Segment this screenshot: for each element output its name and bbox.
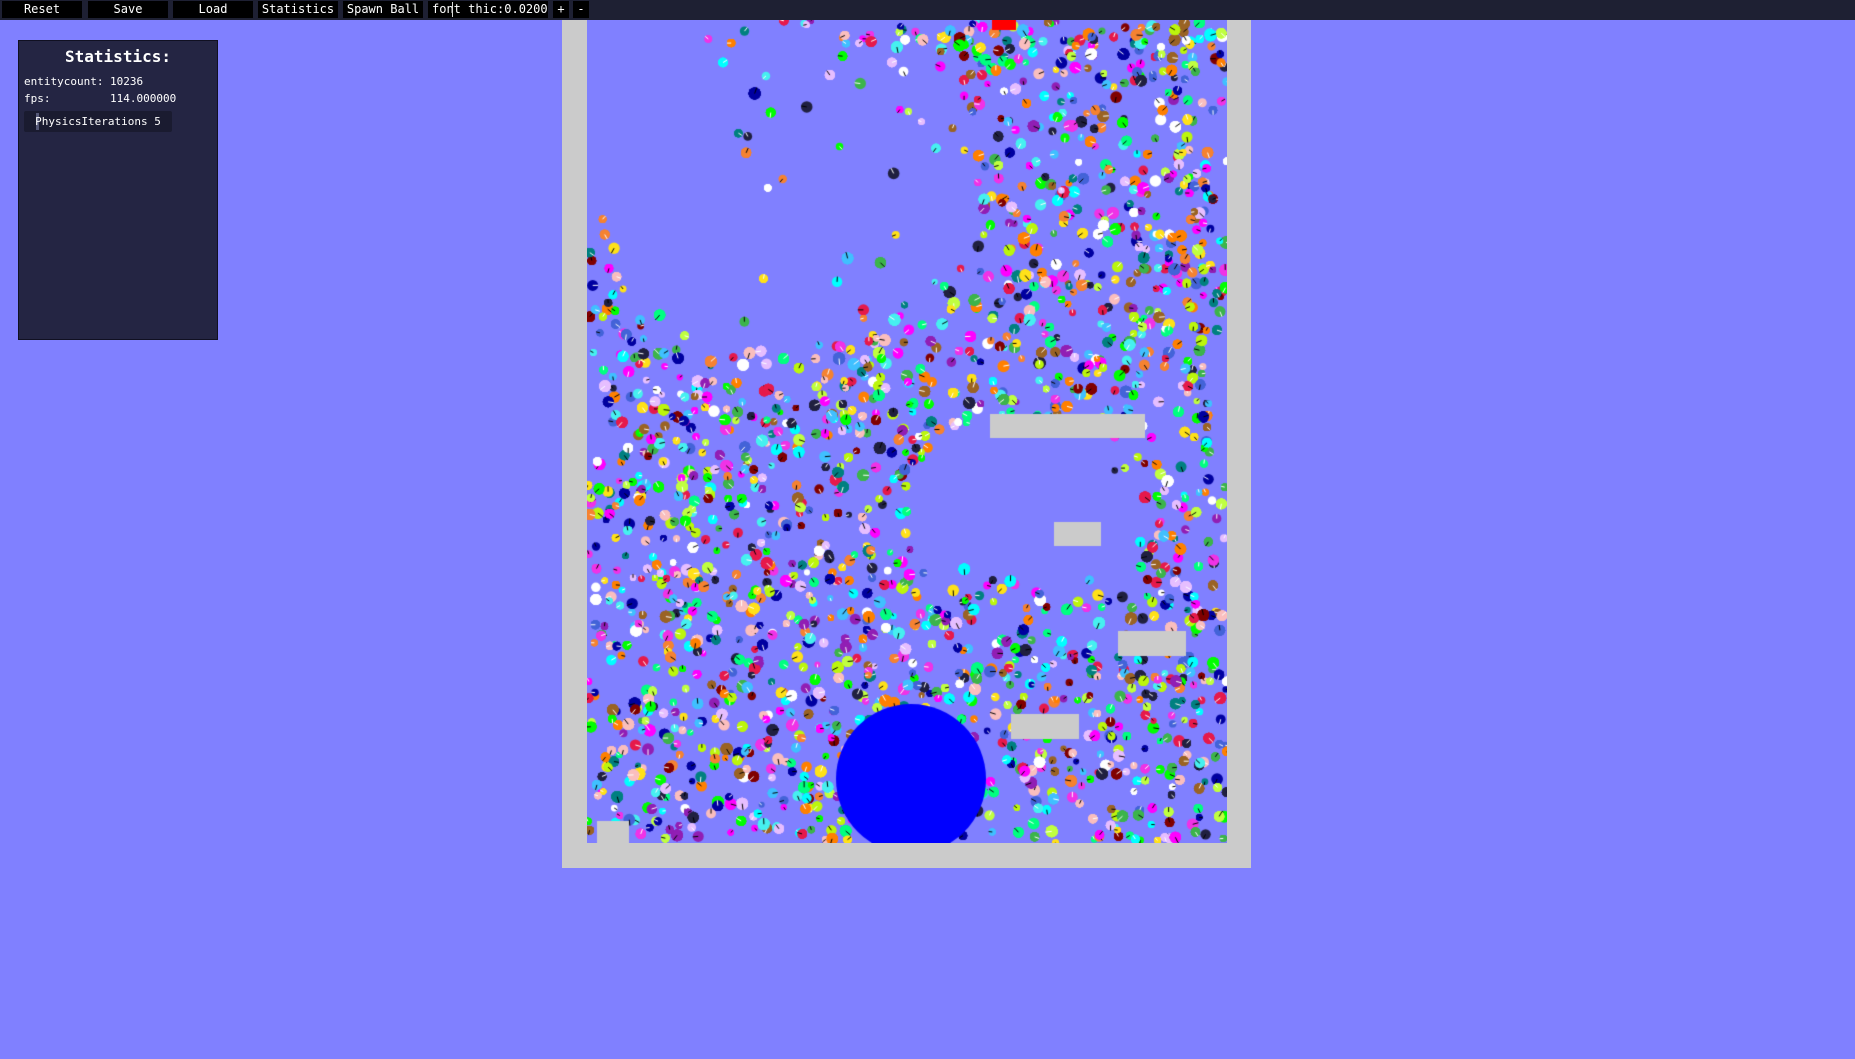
fps-value: 114.000000 [110, 92, 177, 105]
statistics-title: Statistics: [65, 47, 171, 66]
load-button[interactable]: Load [173, 1, 253, 18]
statistics-button[interactable]: Statistics [258, 1, 338, 18]
save-button[interactable]: Save [88, 1, 168, 18]
fps-row: fps: 114.000000 [24, 92, 176, 105]
entitycount-value: 10236 [110, 75, 144, 88]
spawn-ball-button[interactable]: Spawn Ball [343, 1, 423, 18]
physics-iterations-label: PhysicsIterations 5 [35, 115, 161, 128]
text-cursor [452, 2, 453, 17]
statistics-panel: Statistics: entitycount: 10236 fps: 114.… [18, 40, 218, 340]
top-toolbar: Reset Save Load Statistics Spawn Ball fo… [0, 0, 1855, 20]
decrement-button[interactable]: - [573, 1, 589, 18]
increment-button[interactable]: + [553, 1, 569, 18]
simulation-canvas[interactable] [587, 20, 1227, 843]
font-thickness-field[interactable]: font thic:0.02000 [428, 1, 548, 18]
entitycount-row: entitycount: 10236 [24, 75, 143, 88]
fps-label: fps: [24, 92, 51, 105]
physics-iterations-slider[interactable]: PhysicsIterations 5 [24, 111, 172, 132]
entitycount-label: entitycount: [24, 75, 104, 88]
reset-button[interactable]: Reset [2, 1, 82, 18]
